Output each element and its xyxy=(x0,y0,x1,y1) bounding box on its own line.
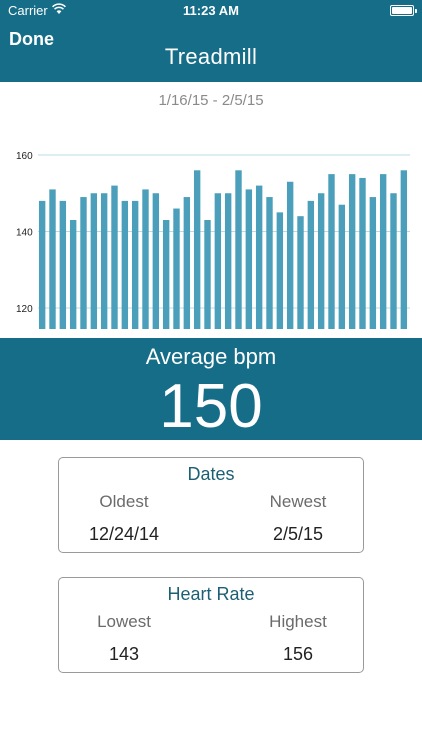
chart-bar xyxy=(38,200,46,329)
chart-bar xyxy=(121,200,129,329)
page-title: Treadmill xyxy=(164,44,258,69)
chart-bar xyxy=(204,220,211,329)
y-tick-label: 160 xyxy=(16,151,33,162)
dates-card: Dates Oldest 12/24/14 Newest 2/5/15 xyxy=(58,457,364,553)
battery-icon xyxy=(390,5,417,16)
chart-bar xyxy=(183,197,191,329)
chart-bar xyxy=(80,197,87,329)
date-range-label: 1/16/15 - 2/5/15 xyxy=(158,92,264,109)
chart-bar xyxy=(162,220,170,329)
chart-bar xyxy=(224,193,232,329)
dates-card-title: Dates xyxy=(187,464,235,484)
chart-bar xyxy=(152,193,160,329)
chart-bar xyxy=(400,170,408,329)
oldest-label: Oldest xyxy=(99,492,149,511)
chart-bar xyxy=(193,170,201,329)
heart-rate-bar-chart: 120 140 160 xyxy=(16,151,410,329)
chart-bar xyxy=(59,200,67,329)
chart-bar xyxy=(276,212,284,329)
chart-bar xyxy=(245,189,253,329)
chart-bar xyxy=(100,193,108,329)
chart-bar xyxy=(49,189,56,329)
chart-bar xyxy=(142,189,149,329)
heart-rate-card-title: Heart Rate xyxy=(167,584,255,604)
chart-bar xyxy=(90,193,98,329)
y-tick-label: 120 xyxy=(16,304,33,315)
lowest-label: Lowest xyxy=(97,612,151,631)
status-bar: Carrier 11:23 AM xyxy=(0,0,422,22)
newest-value: 2/5/15 xyxy=(272,524,324,544)
chart-bar xyxy=(266,197,273,329)
chart-bar xyxy=(111,185,118,329)
chart-bar xyxy=(390,193,397,329)
chart-bar xyxy=(131,200,139,329)
highest-label: Highest xyxy=(269,612,327,631)
chart-bar xyxy=(317,193,325,329)
chart-bar xyxy=(69,220,77,329)
chart-bar xyxy=(359,177,366,329)
chart-bar xyxy=(369,197,377,329)
chart-bar xyxy=(328,174,335,329)
chart-bar xyxy=(379,174,387,329)
average-value: 150 xyxy=(159,372,263,441)
chart-bar xyxy=(255,185,263,329)
chart-bar xyxy=(307,200,315,329)
lowest-value: 143 xyxy=(108,644,140,664)
chart-bar xyxy=(173,208,180,329)
oldest-value: 12/24/14 xyxy=(88,524,160,544)
y-tick-label: 140 xyxy=(16,227,33,238)
chart-bar xyxy=(235,170,242,329)
chart-bar xyxy=(214,193,222,329)
average-panel: Average bpm 150 xyxy=(0,338,422,440)
nav-header: Carrier 11:23 AM Done Treadmill xyxy=(0,0,422,82)
heart-rate-card: Heart Rate Lowest 143 Highest 156 xyxy=(58,577,364,673)
chart-bar xyxy=(348,174,356,329)
chart-bar xyxy=(338,204,346,329)
chart-bar xyxy=(297,216,304,329)
newest-label: Newest xyxy=(269,492,327,511)
average-label: Average bpm xyxy=(145,344,277,369)
chart-bar xyxy=(286,181,294,329)
highest-value: 156 xyxy=(282,644,314,664)
status-time: 11:23 AM xyxy=(183,3,239,18)
